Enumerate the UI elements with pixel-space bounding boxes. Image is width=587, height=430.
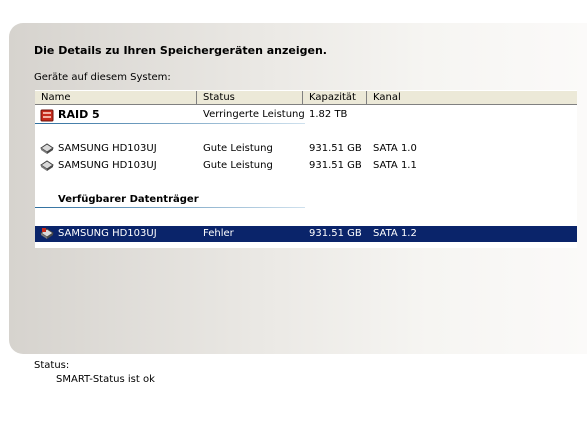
raid-row[interactable]: RAID 5 Verringerte Leistung 1.82 TB: [35, 107, 577, 123]
raid-name: RAID 5: [58, 108, 100, 121]
disk-capacity: 931.51 GB: [309, 228, 362, 239]
disk-channel: SATA 1.1: [373, 160, 417, 171]
raid-status: Verringerte Leistung: [203, 109, 305, 120]
disk-channel: SATA 1.2: [373, 228, 417, 239]
hard-disk-error-icon: [40, 228, 54, 240]
device-list[interactable]: Name Status Kapazität Kanal RAID 5 Verri…: [35, 90, 577, 248]
disk-channel: SATA 1.0: [373, 143, 417, 154]
disk-status: Gute Leistung: [203, 143, 273, 154]
disk-name: SAMSUNG HD103UJ: [58, 160, 157, 171]
raid-capacity: 1.82 TB: [309, 109, 348, 120]
raid-group-divider: [35, 123, 305, 124]
table-row[interactable]: SAMSUNG HD103UJ Gute Leistung 931.51 GB …: [35, 141, 577, 157]
page-title: Die Details zu Ihren Speichergeräten anz…: [34, 44, 327, 57]
column-header-name[interactable]: Name: [35, 91, 197, 105]
group-divider: [35, 207, 305, 208]
list-header: Name Status Kapazität Kanal: [35, 90, 577, 105]
available-group-title: Verfügbarer Datenträger: [58, 194, 199, 205]
available-group-header: Verfügbarer Datenträger: [35, 192, 577, 208]
column-header-capacity[interactable]: Kapazität: [303, 91, 367, 105]
table-row-selected[interactable]: SAMSUNG HD103UJ Fehler 931.51 GB SATA 1.…: [35, 226, 577, 242]
table-row[interactable]: SAMSUNG HD103UJ Gute Leistung 931.51 GB …: [35, 158, 577, 174]
hard-disk-icon: [40, 143, 54, 155]
column-header-channel[interactable]: Kanal: [367, 91, 577, 105]
disk-capacity: 931.51 GB: [309, 143, 362, 154]
column-header-status[interactable]: Status: [197, 91, 303, 105]
hard-disk-icon: [40, 160, 54, 172]
status-value: SMART-Status ist ok: [56, 374, 155, 385]
disk-status: Gute Leistung: [203, 160, 273, 171]
raid-array-icon: [40, 109, 54, 122]
disk-capacity: 931.51 GB: [309, 160, 362, 171]
disk-name: SAMSUNG HD103UJ: [58, 143, 157, 154]
devices-label: Geräte auf diesem System:: [34, 72, 171, 83]
disk-status: Fehler: [203, 228, 234, 239]
status-label: Status:: [34, 360, 70, 371]
disk-name: SAMSUNG HD103UJ: [58, 228, 157, 239]
